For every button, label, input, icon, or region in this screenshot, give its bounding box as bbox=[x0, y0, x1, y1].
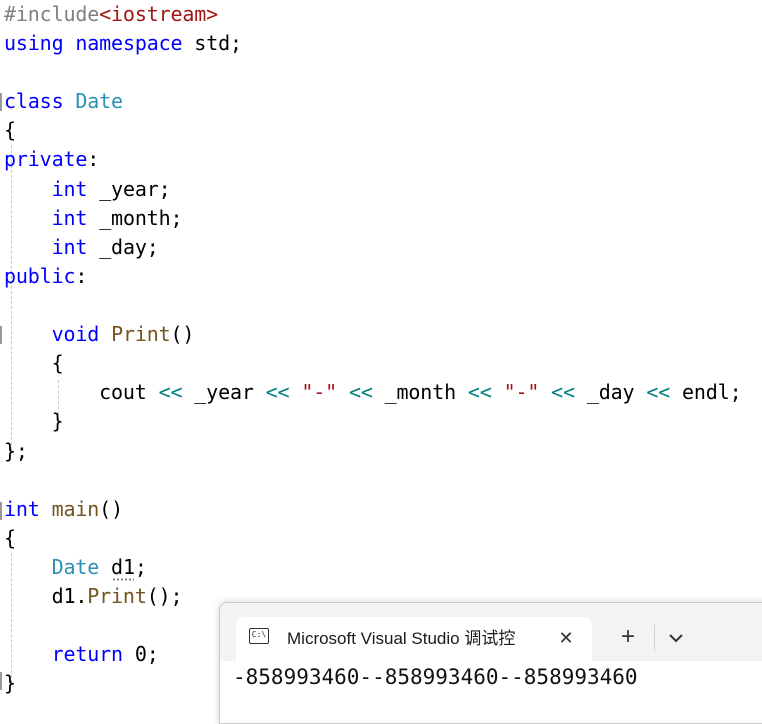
fold-marker[interactable] bbox=[0, 502, 2, 520]
code-token: () bbox=[99, 497, 123, 521]
code-token: public bbox=[4, 264, 76, 288]
code-token: << bbox=[646, 380, 671, 404]
code-token: cout bbox=[4, 380, 159, 404]
code-token: } bbox=[4, 409, 64, 433]
code-line: using namespace std; bbox=[4, 29, 242, 58]
code-token: } bbox=[4, 671, 16, 695]
code-token: << bbox=[348, 380, 373, 404]
code-line: public: bbox=[4, 262, 87, 291]
code-token: Date bbox=[51, 555, 100, 579]
code-line: } bbox=[4, 669, 16, 698]
code-token: { bbox=[4, 351, 64, 375]
terminal-window: C:\ Microsoft Visual Studio 调试控 ✕ + -858… bbox=[219, 602, 762, 724]
code-token: { bbox=[4, 118, 16, 142]
code-token: _day; bbox=[87, 235, 159, 259]
console-icon: C:\ bbox=[249, 628, 269, 644]
code-token: endl; bbox=[670, 380, 742, 404]
code-token: return bbox=[51, 642, 124, 666]
code-token: d1; bbox=[99, 555, 147, 579]
code-token: 0; bbox=[122, 642, 159, 666]
code-token: : bbox=[87, 147, 100, 171]
code-token: void bbox=[51, 322, 100, 346]
code-line: return 0; bbox=[4, 640, 159, 669]
code-line: void Print() bbox=[4, 320, 195, 349]
close-tab-button[interactable]: ✕ bbox=[554, 626, 578, 650]
code-token: << bbox=[158, 380, 183, 404]
code-token: <iostream> bbox=[99, 2, 219, 26]
chevron-down-icon[interactable] bbox=[664, 625, 688, 651]
code-token: private bbox=[4, 147, 88, 171]
code-line: int _day; bbox=[4, 233, 159, 262]
warning-squiggle bbox=[112, 578, 134, 581]
terminal-output-text: -858993460--858993460--858993460 bbox=[233, 665, 638, 689]
code-line: }; bbox=[4, 437, 28, 466]
code-line: { bbox=[4, 116, 16, 145]
code-token: d1. bbox=[4, 584, 88, 608]
code-token: int bbox=[51, 177, 88, 201]
code-token: << bbox=[467, 380, 492, 404]
fold-marker[interactable] bbox=[0, 93, 2, 111]
new-tab-button[interactable]: + bbox=[616, 625, 640, 649]
code-token: _month; bbox=[87, 206, 183, 230]
terminal-output-area[interactable]: -858993460--858993460--858993460 bbox=[220, 661, 762, 723]
fold-marker[interactable] bbox=[0, 326, 2, 344]
terminal-tab-title: Microsoft Visual Studio 调试控 bbox=[287, 629, 516, 648]
code-line: cout << _year << "-" << _month << "-" <<… bbox=[4, 378, 742, 407]
code-line: { bbox=[4, 524, 16, 553]
code-token: "-" bbox=[301, 380, 338, 404]
code-token: using bbox=[4, 31, 64, 55]
code-token: << bbox=[551, 380, 575, 404]
toolbar-divider bbox=[654, 625, 655, 651]
code-token: #include bbox=[4, 2, 100, 26]
code-line: class Date bbox=[4, 87, 123, 116]
code-token: namespace bbox=[75, 31, 183, 55]
code-line: int main() bbox=[4, 495, 123, 524]
code-token: Print bbox=[111, 322, 171, 346]
code-token: (); bbox=[146, 584, 183, 608]
code-token: _month bbox=[372, 380, 468, 404]
code-line: #include<iostream> bbox=[4, 0, 218, 29]
code-token: _year; bbox=[87, 177, 171, 201]
code-token: { bbox=[4, 526, 16, 550]
code-editor[interactable]: #include<iostream> using namespace std; cl… bbox=[0, 0, 762, 704]
code-token: _day bbox=[574, 380, 647, 404]
code-line: { bbox=[4, 349, 64, 378]
fold-marker[interactable] bbox=[0, 672, 2, 690]
code-token: std; bbox=[182, 31, 242, 55]
code-line: } bbox=[4, 407, 64, 436]
code-line: int _year; bbox=[4, 175, 171, 204]
code-token: _year bbox=[182, 380, 266, 404]
code-line: d1.Print(); bbox=[4, 582, 183, 611]
code-token: }; bbox=[4, 439, 28, 463]
terminal-tab[interactable]: C:\ Microsoft Visual Studio 调试控 ✕ bbox=[236, 617, 592, 661]
code-line: private: bbox=[4, 145, 99, 174]
code-token: << bbox=[265, 380, 290, 404]
code-token: int bbox=[4, 497, 40, 521]
code-token: "-" bbox=[503, 380, 540, 404]
code-token: int bbox=[51, 235, 88, 259]
code-token: Date bbox=[75, 89, 123, 113]
code-token: : bbox=[75, 264, 88, 288]
code-token: () bbox=[170, 322, 195, 346]
code-token: class bbox=[4, 89, 64, 113]
code-token: int bbox=[51, 206, 88, 230]
code-token: Print bbox=[87, 584, 147, 608]
code-line: int _month; bbox=[4, 204, 183, 233]
code-token: main bbox=[51, 497, 100, 521]
